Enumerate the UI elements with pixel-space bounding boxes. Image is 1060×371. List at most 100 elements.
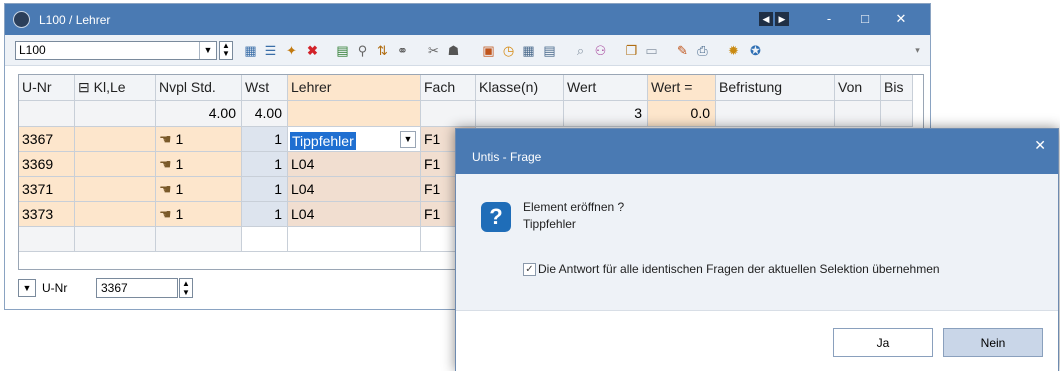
edit-icon[interactable]: ✎ (674, 42, 691, 59)
apply-all-checkbox[interactable]: ✓ (523, 263, 536, 276)
maximize-button[interactable]: □ (853, 9, 877, 29)
col-header-bis[interactable]: Bis (881, 75, 913, 101)
list-icon[interactable]: ☰ (262, 42, 279, 59)
cell-nvpl-value: 1 (175, 206, 184, 222)
people-icon[interactable]: ⚇ (592, 42, 609, 59)
unr-spinner[interactable]: ▲ ▼ (179, 278, 193, 298)
cell-klle[interactable] (75, 202, 156, 227)
cell-klle[interactable] (75, 177, 156, 202)
sort-icon[interactable]: ⇅ (374, 42, 391, 59)
cell-wst[interactable]: 1 (242, 152, 288, 177)
dialog-body: ? Element eröffnen ? Tippfehler ✓ Die An… (456, 174, 1058, 310)
field-select-dropdown[interactable]: ▼ (18, 279, 36, 297)
cell-unr[interactable]: 3367 (19, 127, 75, 152)
link-icon[interactable]: ⚭ (394, 42, 411, 59)
window-title: L100 / Lehrer (39, 13, 111, 27)
print-icon[interactable]: ⎙ (694, 42, 711, 59)
chevron-down-icon[interactable]: ▼ (400, 131, 416, 148)
window-icon[interactable]: ▭ (643, 42, 660, 59)
cell-nvpl-value: 1 (175, 181, 184, 197)
help-icon[interactable]: ✪ (747, 42, 764, 59)
lesson-icon[interactable]: ▣ (480, 42, 497, 59)
search-icon[interactable]: ⌕ (572, 42, 589, 59)
chevron-down-icon[interactable]: ▼ (199, 42, 216, 59)
totals-nvpl: 4.00 (156, 101, 242, 127)
yes-button[interactable]: Ja (833, 328, 933, 357)
new-row-cell[interactable] (242, 227, 288, 252)
totals-wert-eq: 0.0 (648, 101, 716, 127)
totals-cell (835, 101, 881, 127)
cell-unr[interactable]: 3373 (19, 202, 75, 227)
col-header-befristung[interactable]: Befristung (716, 75, 835, 101)
col-header-klle[interactable]: ⊟ Kl,Le (75, 75, 156, 101)
no-button[interactable]: Nein (943, 328, 1043, 357)
element-combo-value: L100 (19, 43, 46, 57)
calendar-icon[interactable]: ▦ (520, 42, 537, 59)
totals-cell (476, 101, 564, 127)
cell-unr[interactable]: 3371 (19, 177, 75, 202)
cell-wst[interactable]: 1 (242, 202, 288, 227)
report-icon[interactable]: ▤ (334, 42, 351, 59)
dialog-title-bar: Untis - Frage ✕ (456, 129, 1058, 174)
cell-nvpl[interactable]: ☚ 1 (156, 202, 242, 227)
grid-icon[interactable]: ▦ (242, 42, 259, 59)
tools-icon[interactable]: ✂ (425, 42, 442, 59)
new-element-icon[interactable]: ✦ (283, 42, 300, 59)
cell-klle[interactable] (75, 127, 156, 152)
delete-icon[interactable]: ✖ (304, 42, 321, 59)
unr-input[interactable]: 3367 (96, 278, 178, 298)
lehrer-edit-combo[interactable]: Tippfehler ▼ (288, 127, 421, 152)
bottom-bar: ▼ U-Nr 3367 ▲ ▼ (18, 276, 318, 300)
col-header-wert[interactable]: Wert (564, 75, 648, 101)
totals-wert: 3 (564, 101, 648, 127)
new-row-cell[interactable] (288, 227, 421, 252)
totals-cell (881, 101, 913, 127)
new-row-cell[interactable] (156, 227, 242, 252)
next-window-icon[interactable]: ▶ (775, 12, 789, 26)
cell-klle[interactable] (75, 152, 156, 177)
element-spinner[interactable]: ▲ ▼ (219, 41, 233, 60)
totals-wst: 4.00 (242, 101, 288, 127)
cell-wst[interactable]: 1 (242, 127, 288, 152)
new-row-cell[interactable] (75, 227, 156, 252)
lehrer-edit-value[interactable]: Tippfehler (290, 132, 356, 150)
cell-lehrer[interactable]: L04 (288, 152, 421, 177)
dialog-close-icon[interactable]: ✕ (1034, 137, 1046, 154)
col-header-unr[interactable]: U-Nr (19, 75, 75, 101)
close-button[interactable]: ✕ (889, 9, 913, 29)
cell-nvpl[interactable]: ☚ 1 (156, 177, 242, 202)
col-header-wert-eq[interactable]: Wert = (648, 75, 716, 101)
new-row-cell[interactable] (19, 227, 75, 252)
cell-nvpl[interactable]: ☚ 1 (156, 152, 242, 177)
question-icon: ? (481, 202, 511, 232)
cell-unr[interactable]: 3369 (19, 152, 75, 177)
element-combo[interactable]: L100 ▼ (15, 41, 217, 60)
hand-icon: ☚ (159, 181, 172, 197)
gear-icon[interactable]: ✹ (725, 42, 742, 59)
cell-lehrer[interactable]: L04 (288, 177, 421, 202)
dialog-message: Element eröffnen ? (523, 200, 625, 214)
col-header-von[interactable]: Von (835, 75, 881, 101)
teacher-icon[interactable]: ☗ (445, 42, 462, 59)
cell-nvpl[interactable]: ☚ 1 (156, 127, 242, 152)
table-icon[interactable]: ▤ (541, 42, 558, 59)
clock-icon[interactable]: ◷ (500, 42, 517, 59)
col-header-klassen[interactable]: Klasse(n) (476, 75, 564, 101)
col-header-lehrer[interactable]: Lehrer (288, 75, 421, 101)
copy-icon[interactable]: ❐ (623, 42, 640, 59)
dialog-title: Untis - Frage (472, 150, 542, 164)
col-header-wst[interactable]: Wst (242, 75, 288, 101)
cell-nvpl-value: 1 (175, 156, 184, 172)
question-dialog: Untis - Frage ✕ ? Element eröffnen ? Tip… (455, 128, 1059, 371)
totals-cell (421, 101, 476, 127)
minimize-button[interactable]: - (817, 9, 841, 29)
cell-wst[interactable]: 1 (242, 177, 288, 202)
cell-lehrer[interactable]: L04 (288, 202, 421, 227)
toolbar-overflow-icon[interactable]: ▾ (909, 42, 926, 59)
prev-window-icon[interactable]: ◀ (759, 12, 773, 26)
filter-icon[interactable]: ⚲ (354, 42, 371, 59)
hand-icon: ☚ (159, 156, 172, 172)
apply-all-label[interactable]: Die Antwort für alle identischen Fragen … (538, 262, 940, 276)
col-header-nvpl[interactable]: Nvpl Std. (156, 75, 242, 101)
col-header-fach[interactable]: Fach (421, 75, 476, 101)
